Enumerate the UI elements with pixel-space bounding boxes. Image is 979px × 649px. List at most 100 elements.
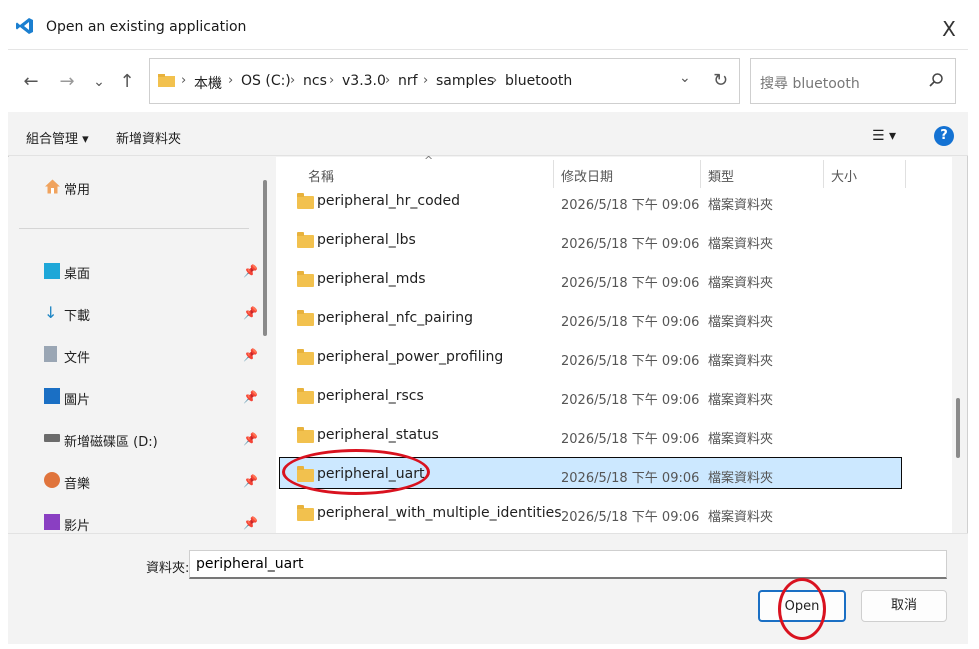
file-name[interactable]: peripheral_rscs xyxy=(317,388,424,404)
breadcrumb-version[interactable]: v3.3.0 xyxy=(342,73,386,89)
folder-icon xyxy=(297,388,314,404)
help-icon[interactable]: ? xyxy=(934,126,954,146)
file-type: 檔案資料夾 xyxy=(708,198,774,213)
column-header-name[interactable]: 名稱 xyxy=(308,166,334,185)
file-type: 檔案資料夾 xyxy=(708,510,774,525)
file-name[interactable]: peripheral_power_profiling xyxy=(317,349,503,365)
file-name-selected[interactable]: peripheral_uart xyxy=(317,466,424,482)
file-type: 檔案資料夾 xyxy=(708,315,774,330)
column-divider[interactable] xyxy=(700,160,701,188)
refresh-icon[interactable]: ↻ xyxy=(713,70,728,91)
file-name[interactable]: peripheral_hr_coded xyxy=(317,193,460,209)
folder-icon xyxy=(297,193,314,209)
document-icon xyxy=(44,346,57,362)
search-placeholder: 搜尋 bluetooth xyxy=(760,76,860,92)
breadcrumb-bluetooth[interactable]: bluetooth xyxy=(505,73,572,89)
file-date: 2026/5/18 下午 09:06 xyxy=(561,510,700,525)
pin-icon[interactable]: 📌 xyxy=(243,474,258,488)
sort-ascending-icon: ^ xyxy=(424,154,434,167)
file-type: 檔案資料夾 xyxy=(708,471,774,486)
sidebar-item-home[interactable]: 常用 xyxy=(64,179,90,198)
breadcrumb-separator: › xyxy=(181,73,187,88)
address-dropdown-icon[interactable]: ⌄ xyxy=(679,70,691,86)
pin-icon[interactable]: 📌 xyxy=(243,264,258,278)
recent-locations-icon[interactable]: ⌄ xyxy=(85,68,113,96)
file-name[interactable]: peripheral_mds xyxy=(317,271,426,287)
file-date: 2026/5/18 下午 09:06 xyxy=(561,354,700,369)
file-name[interactable]: peripheral_with_multiple_identities xyxy=(317,505,562,521)
cancel-button[interactable]: 取消 xyxy=(861,590,947,622)
sidebar-item-drive-d[interactable]: 新增磁碟區 (D:) xyxy=(64,431,158,450)
folder-name-input[interactable] xyxy=(189,550,947,579)
breadcrumb-separator: › xyxy=(423,73,429,88)
file-date: 2026/5/18 下午 09:06 xyxy=(561,471,700,486)
new-folder-button[interactable]: 新增資料夾 xyxy=(116,128,181,147)
file-type: 檔案資料夾 xyxy=(708,432,774,447)
folder-icon xyxy=(297,232,314,248)
sidebar-scrollbar[interactable] xyxy=(263,180,267,336)
file-date: 2026/5/18 下午 09:06 xyxy=(561,276,700,291)
video-icon xyxy=(44,514,60,530)
drive-icon xyxy=(44,434,60,442)
sidebar-item-desktop[interactable]: 桌面 xyxy=(64,263,90,282)
back-arrow-icon[interactable]: ← xyxy=(17,68,45,96)
file-date: 2026/5/18 下午 09:06 xyxy=(561,432,700,447)
breadcrumb-samples[interactable]: samples xyxy=(436,73,494,89)
breadcrumb-separator: › xyxy=(228,73,234,88)
sidebar-item-downloads[interactable]: 下載 xyxy=(64,305,90,324)
pin-icon[interactable]: 📌 xyxy=(243,348,258,362)
pin-icon[interactable]: 📌 xyxy=(243,306,258,320)
folder-icon xyxy=(297,427,314,443)
download-icon: ↓ xyxy=(44,303,58,322)
breadcrumb-separator: › xyxy=(290,73,296,88)
window-title: Open an existing application xyxy=(46,19,247,35)
vscode-icon xyxy=(15,16,35,36)
up-arrow-icon[interactable]: ↑ xyxy=(113,68,141,96)
file-type: 檔案資料夾 xyxy=(708,354,774,369)
sidebar-item-videos[interactable]: 影片 xyxy=(64,515,90,534)
breadcrumb-separator: › xyxy=(492,73,498,88)
open-button[interactable]: Open xyxy=(758,590,846,622)
file-name[interactable]: peripheral_status xyxy=(317,427,439,443)
forward-arrow-icon[interactable]: → xyxy=(53,68,81,96)
sidebar-item-music[interactable]: 音樂 xyxy=(64,473,90,492)
file-name[interactable]: peripheral_nfc_pairing xyxy=(317,310,473,326)
pin-icon[interactable]: 📌 xyxy=(243,390,258,404)
view-options-button[interactable]: ☰ ▾ xyxy=(872,128,896,144)
breadcrumb-ncs[interactable]: ncs xyxy=(303,73,327,89)
folder-field-label: 資料夾: xyxy=(146,561,190,576)
file-type: 檔案資料夾 xyxy=(708,237,774,252)
folder-icon xyxy=(297,310,314,326)
sidebar-divider xyxy=(19,228,249,229)
folder-icon xyxy=(297,466,314,482)
column-divider[interactable] xyxy=(905,160,906,188)
sidebar-item-pictures[interactable]: 圖片 xyxy=(64,389,90,408)
column-header-type[interactable]: 類型 xyxy=(708,166,734,185)
breadcrumb-drive-c[interactable]: OS (C:) xyxy=(241,73,291,89)
organize-menu[interactable]: 組合管理 ▾ xyxy=(26,128,89,147)
column-divider[interactable] xyxy=(553,160,554,188)
home-icon xyxy=(44,178,61,195)
breadcrumb-nrf[interactable]: nrf xyxy=(398,73,418,89)
music-icon xyxy=(44,472,60,488)
folder-icon xyxy=(297,505,314,521)
pictures-icon xyxy=(44,388,60,404)
breadcrumb-separator: › xyxy=(385,73,391,88)
sidebar-item-documents[interactable]: 文件 xyxy=(64,347,90,366)
file-date: 2026/5/18 下午 09:06 xyxy=(561,393,700,408)
pin-icon[interactable]: 📌 xyxy=(243,516,258,530)
column-header-date[interactable]: 修改日期 xyxy=(561,166,613,185)
breadcrumb-this-pc[interactable]: 本機 xyxy=(194,73,222,93)
file-date: 2026/5/18 下午 09:06 xyxy=(561,237,700,252)
pin-icon[interactable]: 📌 xyxy=(243,432,258,446)
folder-icon xyxy=(158,74,175,87)
file-name[interactable]: peripheral_lbs xyxy=(317,232,416,248)
column-header-size[interactable]: 大小 xyxy=(831,166,857,185)
column-divider[interactable] xyxy=(823,160,824,188)
desktop-icon xyxy=(44,263,60,279)
search-icon[interactable] xyxy=(928,72,944,88)
folder-icon xyxy=(297,271,314,287)
close-icon[interactable]: X xyxy=(934,14,964,44)
file-list-scrollbar[interactable] xyxy=(956,398,960,458)
file-date: 2026/5/18 下午 09:06 xyxy=(561,315,700,330)
